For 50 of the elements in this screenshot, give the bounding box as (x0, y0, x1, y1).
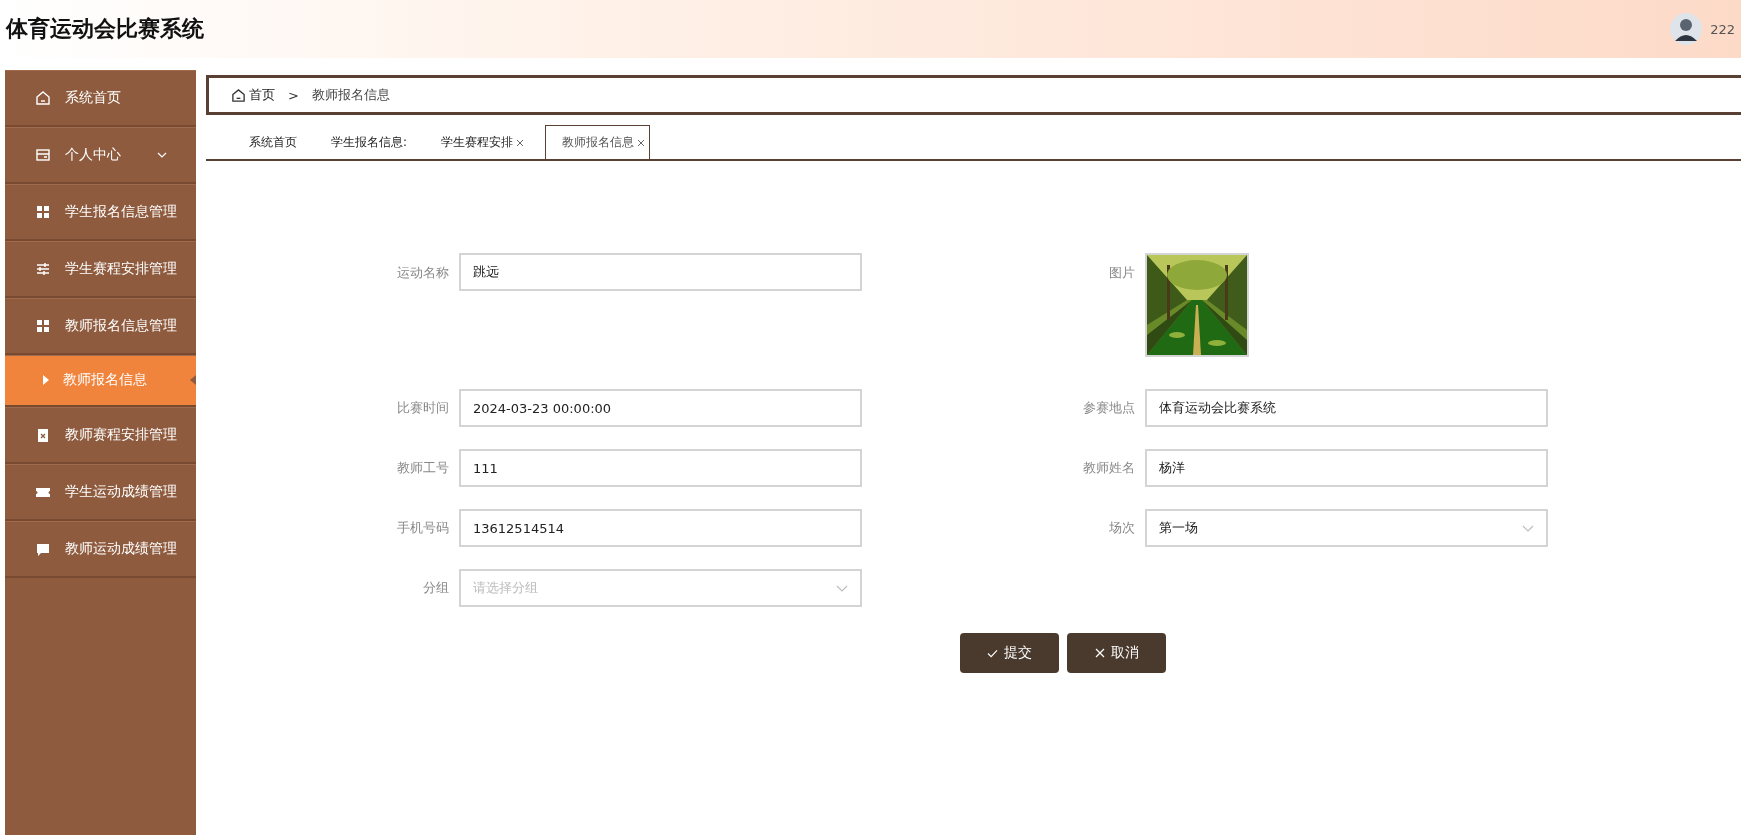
check-icon (987, 648, 998, 658)
field-label: 教师工号 (396, 459, 449, 477)
card-icon (35, 146, 51, 163)
breadcrumb-link[interactable]: 首页 (249, 86, 275, 104)
tab[interactable]: 学生报名信息: (318, 125, 421, 159)
input-field[interactable]: 体育运动会比赛系统 (1145, 389, 1548, 427)
close-icon (1094, 648, 1105, 658)
home-icon[interactable] (231, 87, 246, 103)
sidebar-item[interactable]: 教师运动成绩管理 (5, 521, 196, 578)
select-field[interactable]: 第一场 (1145, 509, 1548, 547)
chevron-icon (836, 584, 848, 592)
home-icon (35, 89, 51, 106)
input-field[interactable]: 2024-03-23 00:00:00 (459, 389, 862, 427)
breadcrumb-separator: > (288, 87, 299, 103)
user-name: 222 (1710, 21, 1735, 37)
sliders-icon (35, 260, 51, 277)
close-icon[interactable] (637, 138, 646, 147)
app-title: 体育运动会比赛系统 (6, 15, 204, 43)
sidebar-item[interactable]: 教师赛程安排管理 (5, 407, 196, 464)
field-label: 场次 (1108, 519, 1135, 537)
caret-icon (43, 375, 49, 385)
grid-icon (35, 203, 51, 220)
sidebar-item[interactable]: 学生报名信息管理 (5, 184, 196, 241)
field-label: 运动名称 (396, 264, 449, 282)
submit-button[interactable]: 提交 (960, 633, 1059, 673)
pointer-icon (190, 375, 196, 385)
cancel-button[interactable]: 取消 (1067, 633, 1166, 673)
tab[interactable]: 学生赛程安排 (428, 125, 538, 159)
field-label: 比赛时间 (396, 399, 449, 417)
tab[interactable]: 系统首页 (236, 125, 310, 159)
avatar-icon[interactable] (1670, 13, 1703, 45)
input-field[interactable]: 13612514514 (459, 509, 862, 547)
input-field[interactable]: 杨洋 (1145, 449, 1548, 487)
field-label: 参赛地点 (1082, 399, 1135, 417)
field-label: 手机号码 (396, 519, 449, 537)
clipboard-icon (35, 426, 51, 443)
sidebar-item[interactable]: 系统首页 (5, 70, 196, 127)
field-label: 教师姓名 (1082, 459, 1135, 477)
breadcrumb-current: 教师报名信息 (311, 86, 390, 104)
input-field[interactable]: 跳远 (459, 253, 862, 291)
input-field[interactable]: 111 (459, 449, 862, 487)
field-label: 图片 (1108, 264, 1135, 282)
sidebar-item[interactable]: 学生赛程安排管理 (5, 241, 196, 298)
chevron-icon (1522, 524, 1534, 532)
field-label: 分组 (422, 579, 449, 597)
grid-icon (35, 317, 51, 334)
sidebar-item[interactable]: 个人中心 (5, 127, 196, 184)
sidebar-item[interactable]: 学生运动成绩管理 (5, 464, 196, 521)
tab[interactable]: 教师报名信息 (545, 125, 651, 159)
close-icon[interactable] (516, 138, 525, 147)
